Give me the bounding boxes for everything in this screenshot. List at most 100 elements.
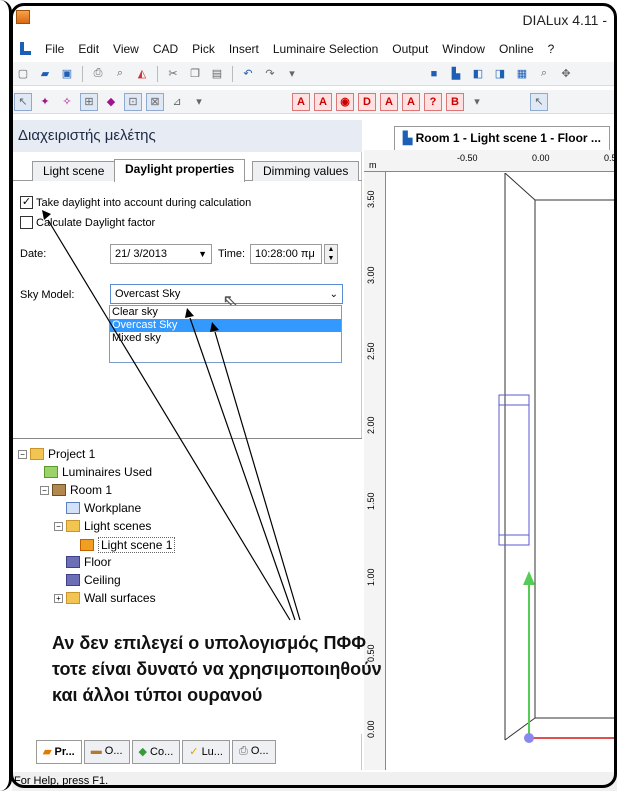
luminaire-align-icon[interactable]: A xyxy=(402,92,420,111)
tree-wall-surfaces[interactable]: + Wall surfaces xyxy=(54,591,156,605)
checkbox-checked-icon[interactable]: ✓ xyxy=(20,196,33,209)
tree-label: Room 1 xyxy=(70,483,113,497)
calculate-daylight-factor-checkbox[interactable]: Calculate Daylight factor xyxy=(20,216,155,229)
menu-pick[interactable]: Pick xyxy=(185,42,222,56)
tree-label: Workplane xyxy=(84,501,142,515)
menu-cad[interactable]: CAD xyxy=(146,42,185,56)
luminaire-point-icon[interactable]: A xyxy=(380,92,398,111)
select-luminaire-icon[interactable]: ✦ xyxy=(36,93,54,111)
pointer-icon[interactable]: ↖ xyxy=(530,92,548,111)
copy-icon[interactable]: ❐ xyxy=(186,65,204,83)
select-tool-icon[interactable]: ↖ xyxy=(14,92,32,111)
cad-tab-label: Room 1 - Light scene 1 - Floor ... xyxy=(415,131,601,145)
menu-window[interactable]: Window xyxy=(435,42,492,56)
dxf-icon[interactable]: D xyxy=(358,92,376,111)
luminaire-circle-icon[interactable]: ◉ xyxy=(336,92,354,111)
3d-view-icon[interactable]: ▦ xyxy=(513,65,531,83)
collapse-icon[interactable]: − xyxy=(54,521,63,531)
select-group-icon[interactable]: ⊞ xyxy=(80,92,98,111)
project-icon: ▰ xyxy=(43,746,52,758)
front-view-icon[interactable]: ◨ xyxy=(491,65,509,83)
tab-outputs[interactable]: ⎙ O... xyxy=(231,740,276,764)
ruler-tick-label: 0.5 xyxy=(604,153,617,163)
sky-option-overcast[interactable]: Overcast Sky xyxy=(110,319,341,332)
select-area-icon[interactable]: ⊡ xyxy=(124,92,142,111)
print-preview-icon[interactable]: ⌕ xyxy=(111,65,129,83)
luminaire-copy-icon[interactable]: B xyxy=(446,92,464,111)
luminaire-field-icon[interactable]: A xyxy=(292,92,310,111)
menu-insert[interactable]: Insert xyxy=(222,42,266,56)
tree-room[interactable]: − Room 1 xyxy=(40,483,112,497)
select-calc-icon[interactable]: ⊠ xyxy=(146,92,164,111)
menu-luminaire-selection[interactable]: Luminaire Selection xyxy=(266,42,385,56)
tab-dimming-values[interactable]: Dimming values xyxy=(252,161,360,181)
toolbar-overflow-icon[interactable]: ▾ xyxy=(283,65,301,83)
sky-option-mixed[interactable]: Mixed sky xyxy=(110,332,341,345)
pdf-icon[interactable]: ◭ xyxy=(133,65,151,83)
toolbar-overflow-icon[interactable]: ▾ xyxy=(190,93,208,111)
select-objects-icon[interactable]: ◆ xyxy=(102,93,120,111)
tab-daylight-properties[interactable]: Daylight properties xyxy=(114,159,246,182)
cube-view-icon[interactable]: ■ xyxy=(425,65,443,83)
luminaire-line-icon[interactable]: A xyxy=(314,92,332,111)
date-picker[interactable]: 21/ 3/2013 ▼ xyxy=(110,244,212,264)
cut-icon[interactable]: ✂ xyxy=(164,65,182,83)
output-icon: ⎙ xyxy=(238,745,248,757)
menu-file[interactable]: File xyxy=(38,42,71,56)
tab-light-scene[interactable]: Light scene xyxy=(32,161,116,181)
tab-luminaires[interactable]: ✓ Lu... xyxy=(182,740,230,764)
tree-ceiling[interactable]: Ceiling xyxy=(66,573,121,587)
collapse-icon[interactable]: − xyxy=(40,485,49,495)
cad-view-tab[interactable]: ▙ Room 1 - Light scene 1 - Floor ... xyxy=(394,126,610,150)
panel-title: Διαχειριστής μελέτης xyxy=(12,120,362,152)
title-bar: DIALux 4.11 - xyxy=(12,6,617,36)
ground-plan-icon[interactable]: ▙ xyxy=(447,65,465,83)
select-field-icon[interactable]: ✧ xyxy=(58,93,76,111)
menu-online[interactable]: Online xyxy=(492,42,541,56)
ruler-tick-label: 3.50 xyxy=(366,190,376,208)
menu-edit[interactable]: Edit xyxy=(71,42,106,56)
zoom-icon[interactable]: ⌕ xyxy=(535,65,553,83)
time-field[interactable]: 10:28:00 πμ xyxy=(250,244,322,264)
tab-colors[interactable]: ◆ Co... xyxy=(131,740,181,764)
collapse-icon[interactable]: − xyxy=(18,449,27,459)
chevron-down-icon[interactable]: ▼ xyxy=(198,249,207,259)
time-spinner[interactable]: ▲ ▼ xyxy=(324,244,338,264)
take-daylight-checkbox[interactable]: ✓ Take daylight into account during calc… xyxy=(20,196,251,209)
paste-icon[interactable]: ▤ xyxy=(208,65,226,83)
chevron-down-icon[interactable]: ⌄ xyxy=(330,289,338,300)
tree-project[interactable]: − Project 1 xyxy=(18,447,95,461)
measure-icon[interactable]: ⊿ xyxy=(168,93,186,111)
redo-icon[interactable]: ↷ xyxy=(261,65,279,83)
tree-light-scene-1[interactable]: Light scene 1 xyxy=(80,537,176,553)
cad-toolbar: ↖ ✦ ✧ ⊞ ◆ ⊡ ⊠ ⊿ ▾ A A ◉ D A A ? B ▾ ↖ xyxy=(12,90,617,114)
tree-luminaires-used[interactable]: Luminaires Used xyxy=(44,465,152,479)
menu-view[interactable]: View xyxy=(106,42,146,56)
open-folder-icon[interactable]: ▰ xyxy=(36,65,54,83)
menu-help[interactable]: ? xyxy=(541,42,562,56)
time-value: 10:28:00 πμ xyxy=(255,248,315,260)
tab-objects[interactable]: ▬ O... xyxy=(83,740,130,764)
date-label: Date: xyxy=(20,248,47,260)
ruler-tick-label: 3.00 xyxy=(366,266,376,284)
expand-icon[interactable]: + xyxy=(54,593,63,603)
print-icon[interactable]: ⎙ xyxy=(89,65,107,83)
new-file-icon[interactable]: ▢ xyxy=(14,65,32,83)
tab-project[interactable]: ▰ Pr... xyxy=(36,740,82,764)
luminaire-rotate-icon[interactable]: ? xyxy=(424,92,442,111)
save-icon[interactable]: ▣ xyxy=(58,65,76,83)
side-view-icon[interactable]: ◧ xyxy=(469,65,487,83)
luminaire-icon xyxy=(44,466,58,478)
colors-icon: ◆ xyxy=(138,746,147,758)
ruler-tick-label: 1.50 xyxy=(366,492,376,510)
toolbar-overflow-icon[interactable]: ▾ xyxy=(468,93,486,111)
menu-output[interactable]: Output xyxy=(385,42,435,56)
checkbox-unchecked-icon[interactable] xyxy=(20,216,33,229)
take-daylight-label: Take daylight into account during calcul… xyxy=(36,196,252,209)
pan-icon[interactable]: ✥ xyxy=(557,65,575,83)
undo-icon[interactable]: ↶ xyxy=(239,65,257,83)
tree-floor[interactable]: Floor xyxy=(66,555,111,569)
tree-workplane[interactable]: Workplane xyxy=(66,501,141,515)
sky-option-clear[interactable]: Clear sky xyxy=(110,306,341,319)
tree-light-scenes[interactable]: − Light scenes xyxy=(54,519,151,533)
